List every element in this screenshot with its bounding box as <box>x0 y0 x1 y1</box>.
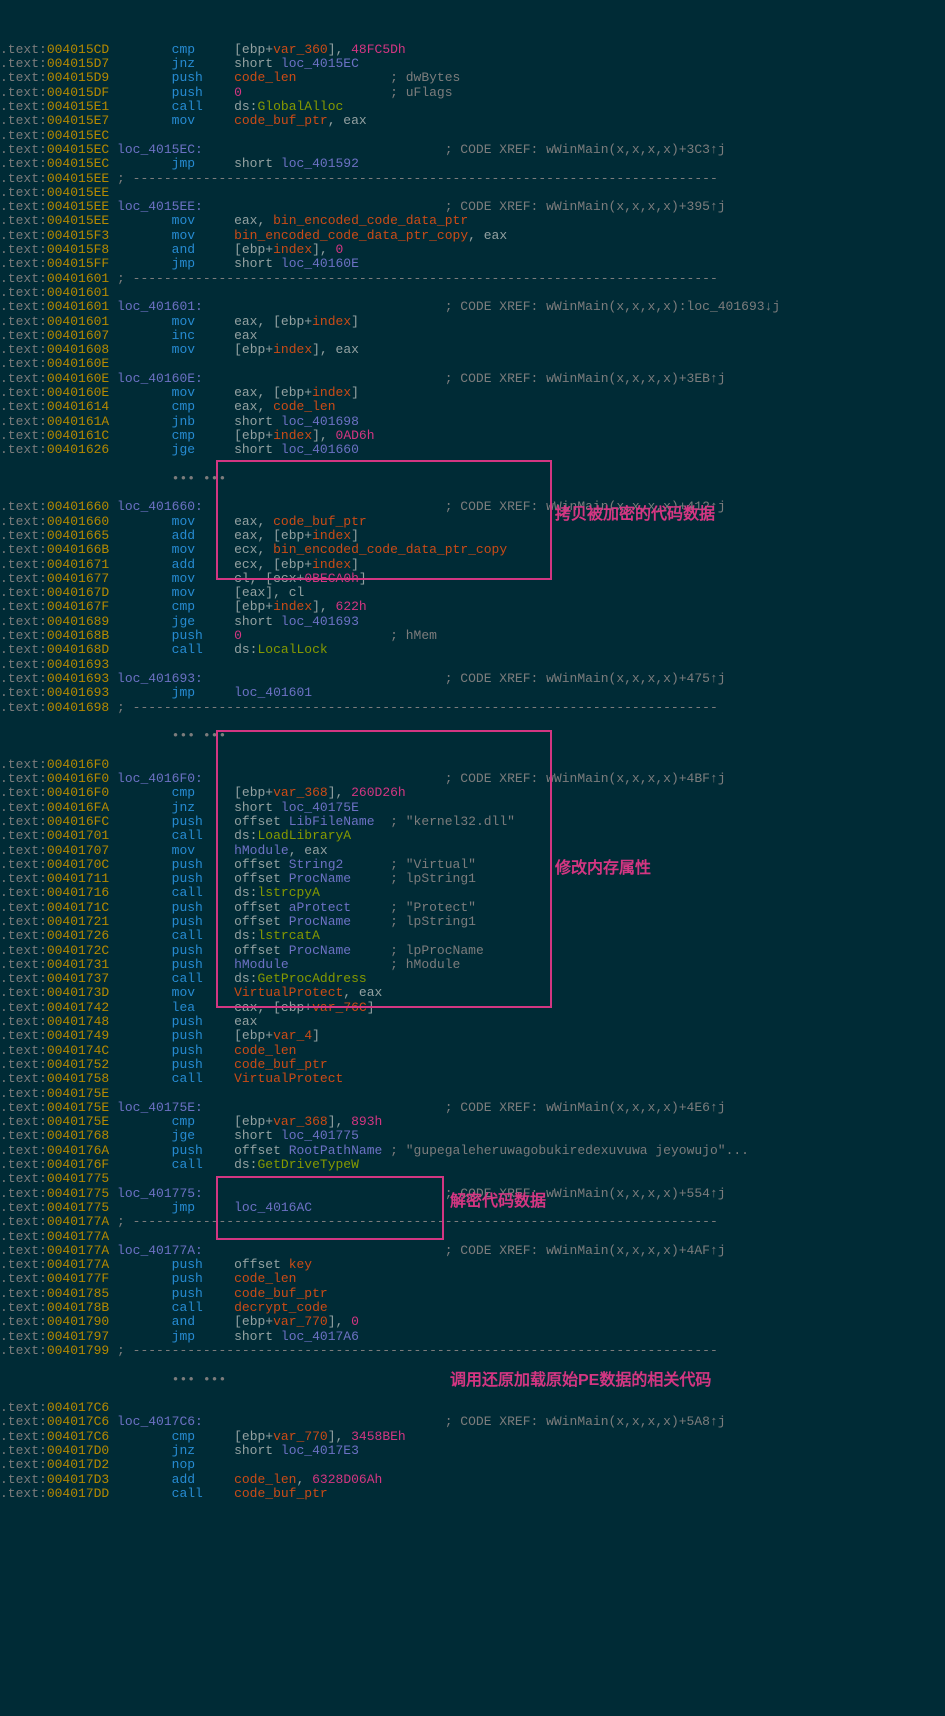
annotation-4: 调用还原加载原始PE数据的相关代码 <box>450 1374 711 1388</box>
annotation-2: 修改内存属性 <box>555 862 651 876</box>
disassembly-listing: .text:004015CD cmp [ebp+var_360], 48FC5D… <box>0 43 945 1501</box>
annotation-1: 拷贝被加密的代码数据 <box>555 508 715 522</box>
annotation-3: 解密代码数据 <box>450 1195 546 1209</box>
